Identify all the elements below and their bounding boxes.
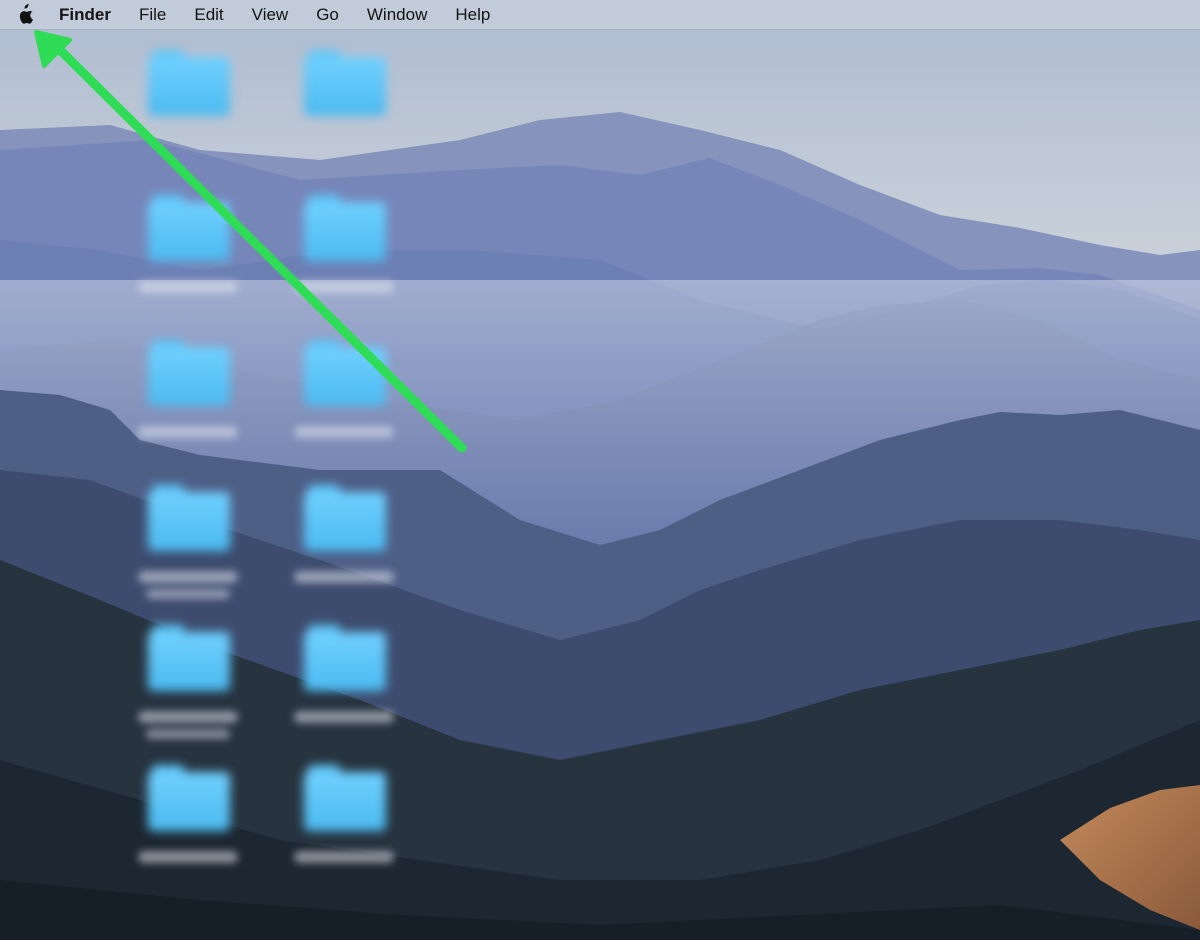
menu-help[interactable]: Help <box>441 0 504 30</box>
menu-go[interactable]: Go <box>302 0 353 30</box>
desktop-folder-item[interactable] <box>264 765 424 905</box>
folder-label-blurred <box>294 426 394 438</box>
apple-menu-button[interactable] <box>0 0 50 30</box>
desktop-icon-grid <box>0 0 1200 940</box>
desktop-folder-item[interactable] <box>108 765 268 905</box>
folder-icon <box>304 50 386 116</box>
menu-app-finder[interactable]: Finder <box>50 0 125 30</box>
folder-label-blurred <box>294 281 394 293</box>
folder-label-blurred <box>294 571 394 583</box>
folder-label-blurred <box>138 281 238 293</box>
folder-icon <box>304 625 386 691</box>
folder-icon <box>304 195 386 261</box>
desktop-folder-item[interactable] <box>108 195 268 335</box>
folder-icon <box>148 625 230 691</box>
folder-icon <box>304 485 386 551</box>
desktop-folder-item[interactable] <box>264 485 424 625</box>
desktop-folder-item[interactable] <box>264 340 424 480</box>
folder-icon <box>148 195 230 261</box>
desktop-folder-item[interactable] <box>108 485 268 625</box>
folder-icon <box>148 50 230 116</box>
folder-icon <box>304 765 386 831</box>
menu-view[interactable]: View <box>238 0 303 30</box>
folder-label-blurred <box>294 851 394 863</box>
desktop: Finder File Edit View Go Window Help <box>0 0 1200 940</box>
folder-label-blurred <box>138 711 238 739</box>
desktop-folder-item[interactable] <box>264 50 424 190</box>
menu-file[interactable]: File <box>125 0 180 30</box>
desktop-folder-item[interactable] <box>264 625 424 765</box>
menu-edit[interactable]: Edit <box>180 0 237 30</box>
desktop-folder-item[interactable] <box>108 625 268 765</box>
desktop-folder-item[interactable] <box>108 50 268 190</box>
menu-bar: Finder File Edit View Go Window Help <box>0 0 1200 30</box>
menu-window[interactable]: Window <box>353 0 441 30</box>
desktop-folder-item[interactable] <box>108 340 268 480</box>
folder-label-blurred <box>138 426 238 438</box>
folder-label-blurred <box>294 711 394 723</box>
folder-label-blurred <box>138 571 238 599</box>
folder-icon <box>148 485 230 551</box>
folder-icon <box>304 340 386 406</box>
folder-icon <box>148 340 230 406</box>
folder-label-blurred <box>138 851 238 863</box>
apple-logo-icon <box>19 3 34 24</box>
desktop-folder-item[interactable] <box>264 195 424 335</box>
folder-icon <box>148 765 230 831</box>
